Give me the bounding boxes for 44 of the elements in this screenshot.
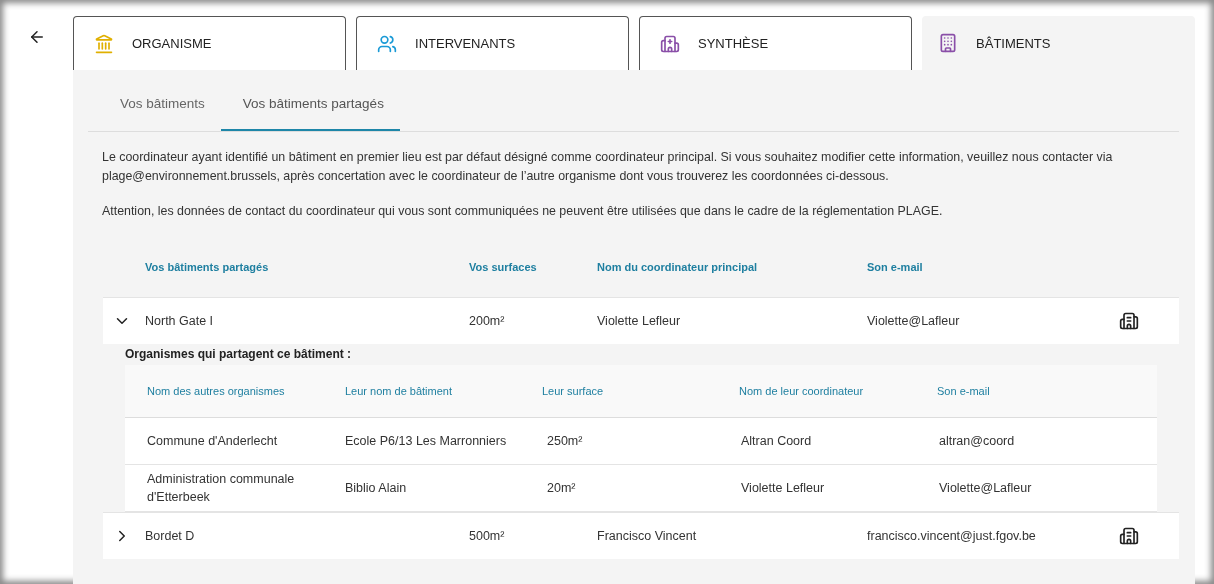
section-title: Organismes qui partagent ce bâtiment : [125, 346, 353, 363]
column-header: Son e-mail [867, 261, 924, 275]
table-cell-text: Administration communale d'Etterbeek [147, 471, 296, 506]
column-header: Vos surfaces [469, 261, 538, 275]
column-header: Vos bâtiments partagés [145, 261, 270, 275]
column-header: Leur surface [542, 385, 605, 397]
paragraph: Attention, les données de contact du coordinateur qui vous sont communiquées ne peuvent être utilisées que dans le cadre de la réglementation PLAGE. [102, 203, 944, 220]
table-cell-text: North Gate I [145, 314, 215, 328]
table-cell-text: Biblio Alain [345, 480, 408, 497]
table-cell-text: 250m² [547, 433, 584, 450]
table-cell-text: altran@coord [939, 433, 1016, 450]
building-icon [938, 33, 959, 53]
paragraph: Le coordinateur ayant identifié un bâtiment en premier lieu est par défaut désigné comme coordinateur principal. Si vous souhaitez modifier cette information, veuillez nous contacter via plage@environnement.brussels, après concertation avec le coordinateur de l’autre organisme dont vous trouverez les coordonnées ci-dessous. [102, 149, 1114, 185]
building-icon[interactable] [1119, 311, 1139, 331]
tab[interactable]: Vos bâtiments [88, 96, 221, 131]
tab[interactable]: ORGANISME [73, 16, 346, 70]
table-cell-text: francisco.vincent@just.fgov.be [867, 529, 1037, 543]
column-header: Nom du coordinateur principal [597, 261, 759, 275]
table-cell-text: Bordet D [145, 529, 196, 543]
hospital-icon [660, 33, 681, 54]
column-header: Leur nom de bâtiment [345, 385, 453, 397]
table-cell-text: 500m² [469, 529, 506, 543]
bank-icon [94, 33, 114, 54]
table-row[interactable]: Bordet D 500m² Francisco Vincent francisco.vincent@just.fgov.be [103, 512, 1179, 559]
table-cell-text: Ecole P6/13 Les Marronniers [345, 433, 508, 450]
table-row[interactable]: North Gate I 200m² Violette Lefleur Violette@Lafleur [103, 297, 1179, 344]
tab[interactable]: SYNTHÈSE [639, 16, 913, 70]
table-cell-text: Violette@Lafleur [867, 314, 961, 328]
table-cell-text: 20m² [547, 480, 577, 497]
table-cell-text: Violette Lefleur [597, 314, 682, 328]
tab[interactable]: BÂTIMENTS [922, 16, 1195, 70]
table-cell-text: Commune d'Anderlecht [147, 433, 279, 450]
column-header: Nom de leur coordinateur [739, 385, 865, 397]
building-icon[interactable] [1119, 526, 1139, 546]
table-cell-text: Altran Coord [741, 433, 813, 450]
table-cell-text: Francisco Vincent [597, 529, 698, 543]
table-cell-text: Violette@Lafleur [939, 480, 1033, 497]
table-cell-text: Violette Lefleur [741, 480, 826, 497]
column-header: Nom des autres organismes [147, 385, 286, 397]
people-icon [377, 33, 397, 54]
tab[interactable]: Vos bâtiments partagés [220, 96, 400, 131]
tab[interactable]: INTERVENANTS [356, 16, 630, 70]
table-cell-text: 200m² [469, 314, 506, 328]
column-header: Son e-mail [937, 385, 991, 397]
